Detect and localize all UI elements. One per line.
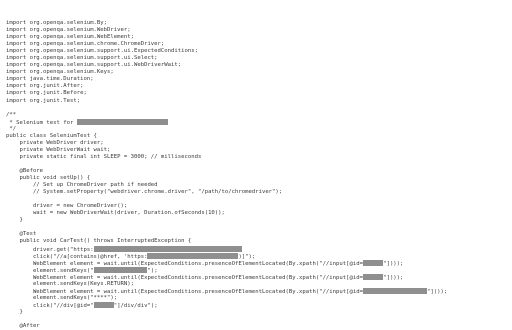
code-text: driver.get("https:	[6, 246, 94, 253]
code-line: private WebDriver driver;	[6, 140, 447, 147]
code-text-tail: "]/div/div");	[113, 302, 158, 309]
code-line: import org.openqa.selenium.support.ui.We…	[6, 62, 447, 69]
code-text: private WebDriver driver;	[6, 139, 104, 146]
redacted-text-block	[76, 118, 168, 125]
code-text-tail: )]");	[238, 253, 256, 260]
code-text: */	[6, 125, 17, 132]
code-line: }	[6, 217, 447, 224]
redacted-text-block	[362, 273, 384, 280]
code-text: /**	[6, 111, 17, 118]
code-line: */	[6, 126, 447, 133]
code-line: }	[6, 309, 447, 316]
code-line: public void setUp() {	[6, 175, 447, 182]
code-text: import org.openqa.selenium.chrome.Chrome…	[6, 41, 165, 48]
code-text-tail: ");	[147, 267, 158, 274]
code-line: public class SeleniumTest {	[6, 133, 447, 140]
code-line: element.sendKeys(Keys.RETURN);	[6, 281, 447, 288]
code-line: WebElement element = wait.until(Expected…	[6, 273, 447, 281]
code-text: }	[6, 217, 23, 224]
code-text: element.sendKeys("****");	[6, 294, 118, 301]
code-line: import java.time.Duration;	[6, 76, 447, 83]
code-line: @Test	[6, 231, 447, 238]
code-text: // System.setProperty("webdriver.chrome.…	[6, 189, 283, 196]
code-line: @After	[6, 323, 447, 330]
code-line: driver.get("https:	[6, 245, 447, 253]
code-line: import org.junit.Before;	[6, 90, 447, 97]
code-editor[interactable]: import org.openqa.selenium.By; import org…	[0, 0, 512, 329]
code-line: * Selenium test for	[6, 118, 447, 126]
code-line: wait = new WebDriverWait(driver, Duratio…	[6, 210, 447, 217]
code-line: private static final int SLEEP = 3000; /…	[6, 154, 447, 161]
code-text: element.sendKeys(Keys.RETURN);	[6, 280, 134, 287]
code-line: driver = new ChromeDriver();	[6, 203, 447, 210]
code-line: @Before	[6, 168, 447, 175]
code-line: element.sendKeys(" ");	[6, 266, 447, 274]
code-line: public void CarTest() throws Interrupted…	[6, 238, 447, 245]
code-text: }	[6, 308, 23, 315]
redacted-text-block	[93, 301, 114, 308]
redacted-text-block	[147, 252, 239, 259]
code-text: import org.openqa.selenium.WebDriver;	[6, 27, 131, 34]
code-text-tail: "])));	[383, 260, 404, 267]
code-line: import org.openqa.selenium.By;	[6, 20, 447, 27]
code-line: import org.openqa.selenium.support.ui.Se…	[6, 55, 447, 62]
code-line: import org.openqa.selenium.Keys;	[6, 69, 447, 76]
redacted-text-block	[362, 259, 384, 266]
code-text: private static final int SLEEP = 3000; /…	[6, 153, 202, 160]
code-text: import org.openqa.selenium.Keys;	[6, 69, 114, 76]
code-text: WebElement element = wait.until(Expected…	[6, 260, 363, 267]
code-text: import org.openqa.selenium.support.ui.Se…	[6, 55, 158, 62]
code-line: import org.openqa.selenium.support.ui.Ex…	[6, 48, 447, 55]
code-text: import org.openqa.selenium.support.ui.We…	[6, 62, 182, 69]
code-line: import org.junit.Test;	[6, 98, 447, 105]
code-text: @After	[6, 323, 40, 330]
code-text: driver = new ChromeDriver();	[6, 203, 128, 210]
code-text-tail: "])));	[383, 274, 404, 281]
code-line: import org.openqa.selenium.WebDriver;	[6, 27, 447, 34]
redacted-text-block	[93, 266, 148, 273]
code-text: public void setUp() {	[6, 175, 91, 182]
code-text: import org.openqa.selenium.By;	[6, 20, 108, 26]
code-text: wait = new WebDriverWait(driver, Duratio…	[6, 210, 225, 217]
code-text: public void CarTest() throws Interrupted…	[6, 238, 192, 245]
code-text: * Selenium test for	[6, 119, 77, 126]
code-line: WebElement element = wait.until(Expected…	[6, 287, 448, 295]
code-line: element.sendKeys("****");	[6, 295, 447, 302]
code-text: private WebDriverWait wait;	[6, 146, 111, 153]
code-line: // Set up ChromeDriver path if needed	[6, 182, 447, 189]
redacted-text-block	[93, 245, 242, 252]
code-text: click("//a[contains(@href, 'https:	[6, 253, 148, 260]
code-text: public class SeleniumTest {	[6, 132, 97, 139]
code-line: import org.junit.After;	[6, 83, 447, 90]
code-text-tail: "])));	[427, 288, 448, 295]
code-line: WebElement element = wait.until(Expected…	[6, 259, 447, 267]
code-text: @Test	[6, 231, 37, 238]
code-text: element.sendKeys("	[6, 267, 94, 274]
code-text: import org.openqa.selenium.WebElement;	[6, 34, 134, 41]
code-line: /**	[6, 112, 447, 119]
code-line: import org.openqa.selenium.WebElement;	[6, 34, 447, 41]
redacted-text-block	[362, 287, 427, 294]
code-line: private WebDriverWait wait;	[6, 147, 447, 154]
code-line: click("//a[contains(@href, 'https: )]");	[6, 252, 447, 260]
code-text: import java.time.Duration;	[6, 76, 94, 83]
code-text: @Before	[6, 167, 44, 174]
code-line: import org.openqa.selenium.chrome.Chrome…	[6, 41, 447, 48]
code-text: import org.junit.After;	[6, 83, 84, 90]
code-line: click("//div[@id=" "]/div/div");	[6, 301, 447, 309]
code-text: import org.openqa.selenium.support.ui.Ex…	[6, 48, 198, 55]
code-text: import org.junit.Before;	[6, 90, 87, 97]
code-block: import org.openqa.selenium.By; import org…	[6, 20, 447, 330]
code-text: // Set up ChromeDriver path if needed	[6, 182, 158, 189]
code-line: // System.setProperty("webdriver.chrome.…	[6, 189, 447, 196]
code-text: import org.junit.Test;	[6, 97, 81, 104]
